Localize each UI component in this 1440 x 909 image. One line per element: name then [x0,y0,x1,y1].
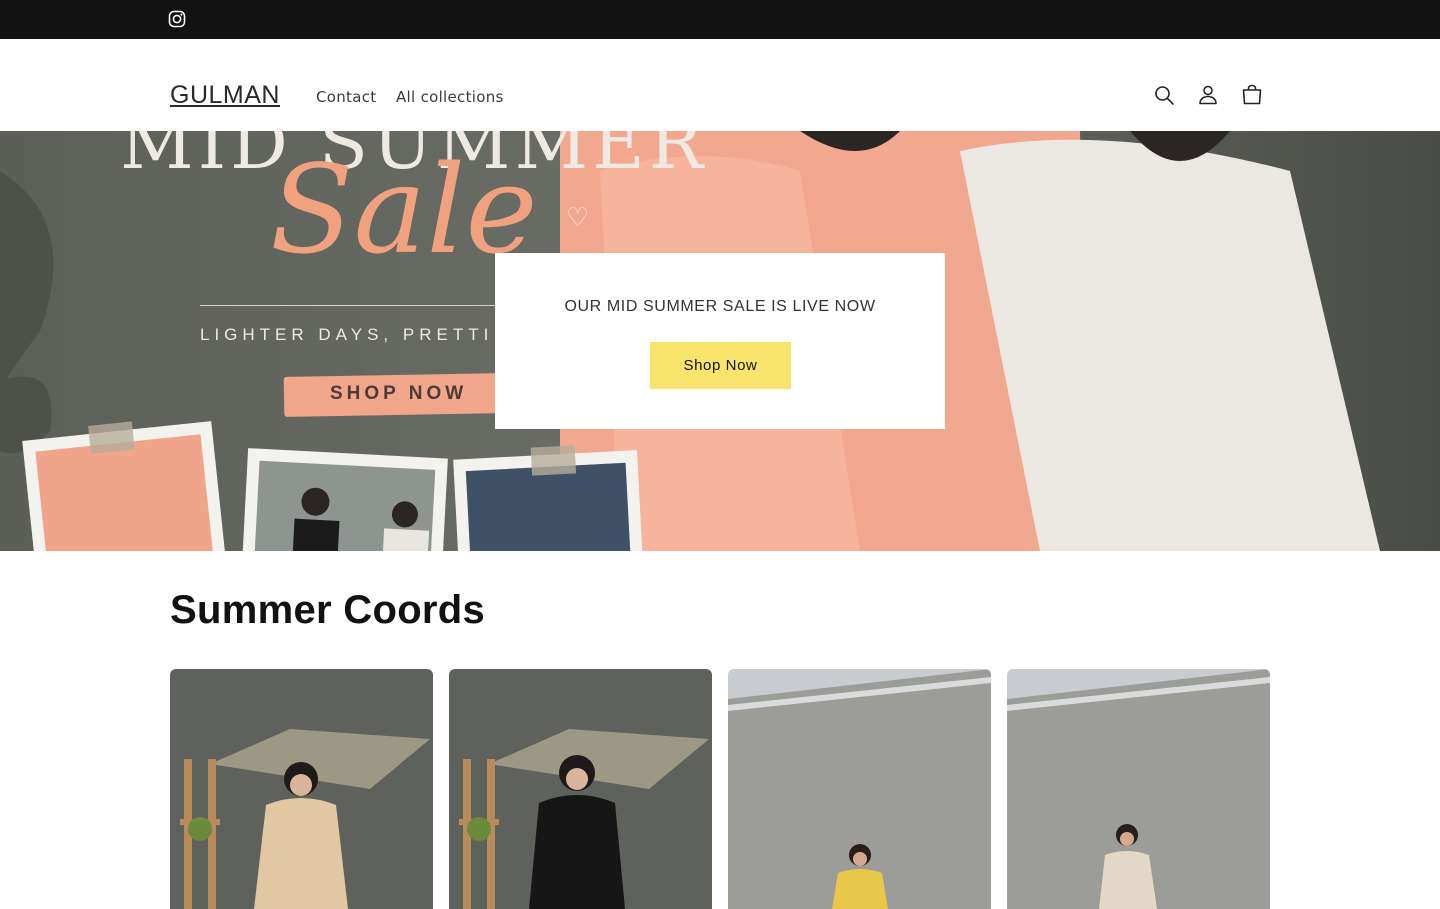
store-logo[interactable]: GULMAN [170,81,280,110]
hero-banner: MID SUMMER Sale ♡ LIGHTER DAYS, PRETTI S… [0,131,1440,551]
product-card[interactable] [449,669,712,909]
cream-coord-photo [1007,669,1270,909]
collection-title: Summer Coords [170,588,486,632]
shop-now-button[interactable]: Shop Now [650,342,791,389]
banner-tagline: LIGHTER DAYS, PRETTI [200,325,494,344]
product-card[interactable] [1007,669,1270,909]
search-icon[interactable] [1152,83,1176,107]
instagram-icon[interactable] [168,10,186,28]
nav-all-collections[interactable]: All collections [396,88,504,106]
site-header: GULMAN Contact All collections [0,39,1440,131]
product-card[interactable] [728,669,991,909]
cart-icon[interactable] [1240,83,1264,107]
product-card[interactable] [170,669,433,909]
nav-contact[interactable]: Contact [316,88,376,106]
hero-content-box: OUR MID SUMMER SALE IS LIVE NOW Shop Now [495,253,945,429]
yellow-coord-photo [728,669,991,909]
social-bar [0,0,1440,39]
hero-heading: OUR MID SUMMER SALE IS LIVE NOW [564,298,876,315]
banner-divider [200,305,500,306]
black-coord-photo [449,669,712,909]
banner-cta-text: SHOP NOW [330,383,468,404]
beige-coord-photo [170,669,433,909]
heart-icon: ♡ [566,203,590,233]
account-icon[interactable] [1196,83,1220,107]
